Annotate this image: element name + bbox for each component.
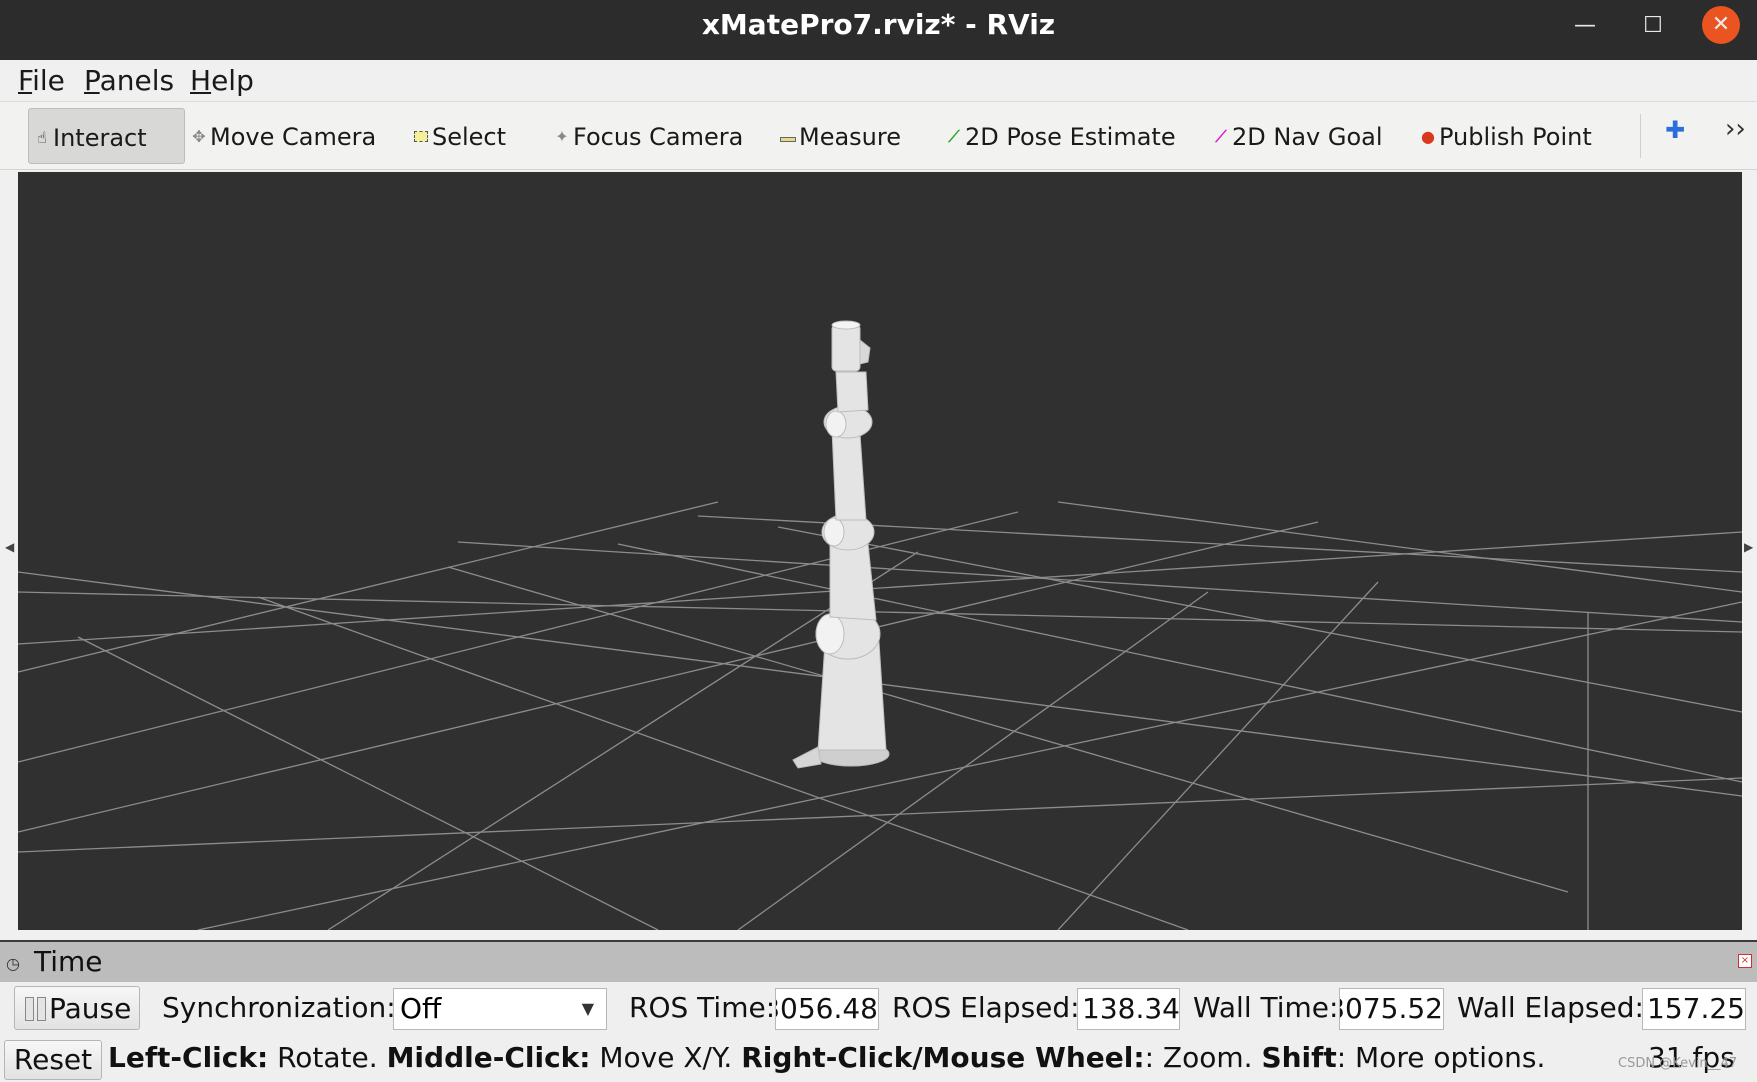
wall-elapsed-label: Wall Elapsed: [1457,991,1644,1024]
status-bar: Reset Left-Click: Rotate. Middle-Click: … [0,1034,1757,1082]
magenta-arrow-icon: ⟋ [1215,127,1227,146]
tool-bar: ☝ Interact ✥ Move Camera Select ✦ Focus Cam… [0,102,1757,170]
red-pin-icon: ● [1421,127,1435,146]
maximize-icon[interactable]: ☐ [1633,6,1673,46]
menu-bar: File Panels Help [0,60,1757,102]
tool-move-camera[interactable]: ✥ Move Camera [190,108,376,164]
select-box-icon [412,109,430,165]
menu-file[interactable]: File [18,60,65,102]
wall-time-field[interactable]: 3075.52 [1339,988,1444,1030]
hand-icon: ☝ [37,128,47,147]
collapse-left-icon[interactable]: ◀ [5,540,14,554]
chevron-down-icon: ▼ [581,999,594,1018]
tool-interact[interactable]: ☝ Interact [28,108,185,164]
robot-arm [792,320,890,769]
clock-icon: ◷ [6,954,20,973]
wall-elapsed-field[interactable]: 157.25 [1642,988,1746,1030]
tool-select[interactable]: Select [412,108,506,164]
sync-select[interactable]: Off ▼ [393,988,607,1030]
3d-viewport[interactable] [18,172,1742,930]
time-panel-title: Time [34,945,103,978]
tool-focus-camera[interactable]: ✦ Focus Camera [553,108,743,164]
close-icon[interactable]: ✕ [1702,6,1740,44]
reset-button[interactable]: Reset [4,1040,102,1080]
window-title: xMatePro7.rviz* - RViz [701,8,1056,41]
watermark: CSDN @Kevin__47 [1618,1056,1738,1071]
tool-measure[interactable]: Measure [779,108,901,164]
status-hint: Left-Click: Rotate. Middle-Click: Move X… [108,1041,1546,1074]
pause-button[interactable]: Pause [14,986,140,1030]
ros-time-label: ROS Time: [629,991,776,1024]
menu-help[interactable]: Help [190,60,254,102]
toolbar-separator [1640,114,1641,158]
tool-2d-pose-estimate[interactable]: ⟋ 2D Pose Estimate [945,108,1175,164]
close-panel-icon[interactable]: × [1738,954,1752,968]
ros-elapsed-field[interactable]: 138.34 [1077,988,1180,1030]
tool-2d-nav-goal[interactable]: ⟋ 2D Nav Goal [1212,108,1382,164]
time-panel-body: Pause Synchronization: Off ▼ ROS Time: 3… [0,982,1757,1034]
menu-panels[interactable]: Panels [84,60,174,102]
tool-publish-point[interactable]: ● Publish Point [1419,108,1592,164]
more-tools-icon[interactable]: ›› [1725,114,1746,144]
ros-time-field[interactable]: 3056.48 [775,988,879,1030]
ruler-icon [779,109,797,165]
focus-icon: ✦ [555,127,569,146]
ros-elapsed-label: ROS Elapsed: [892,991,1080,1024]
green-arrow-icon: ⟋ [948,127,960,146]
collapse-right-icon[interactable]: ▶ [1744,540,1753,554]
title-bar: xMatePro7.rviz* - RViz — ☐ ✕ [0,0,1757,60]
time-panel-header: ◷ Time × [0,942,1757,982]
minimize-icon[interactable]: — [1565,6,1605,46]
pause-icon [23,997,49,1021]
move-icon: ✥ [192,127,206,146]
grid-and-robot-render [18,320,1742,930]
sync-label: Synchronization: [162,991,396,1024]
add-tool-icon[interactable]: ✚ [1665,116,1685,144]
wall-time-label: Wall Time: [1193,991,1339,1024]
